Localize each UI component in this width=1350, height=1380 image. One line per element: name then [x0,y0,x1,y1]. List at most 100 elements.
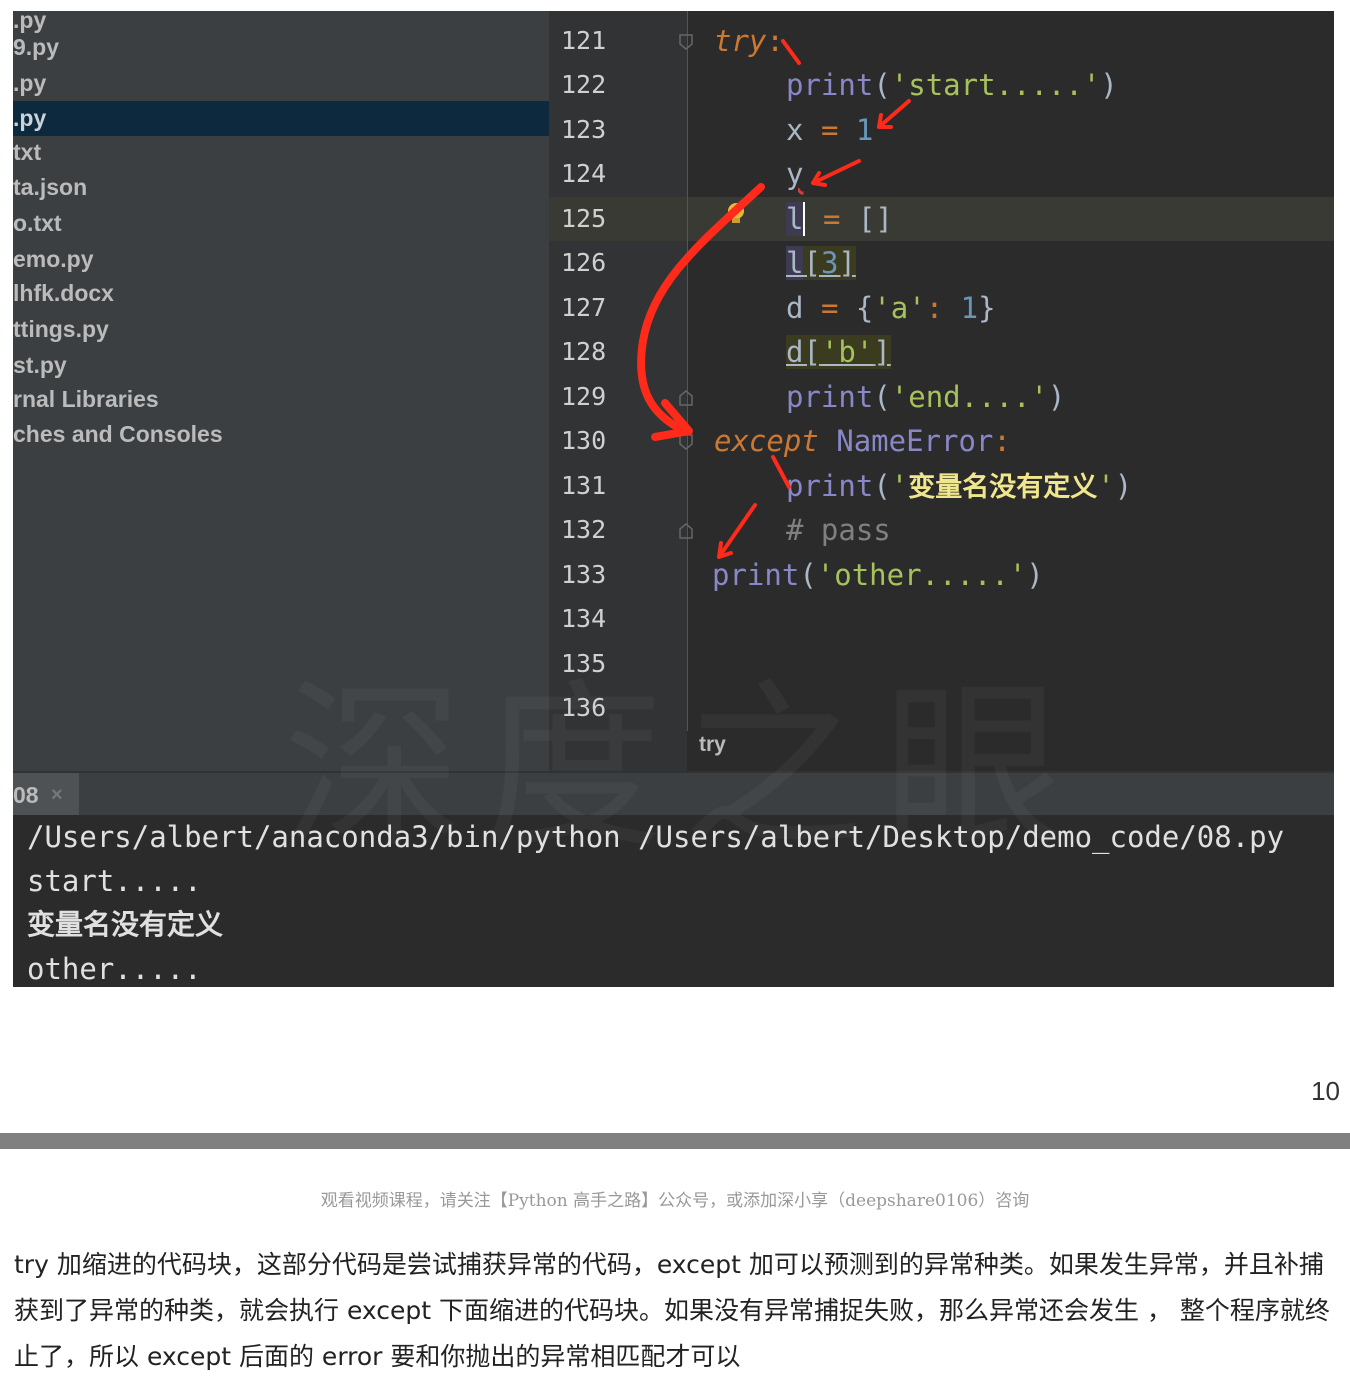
number-literal: 1 [855,113,874,147]
number-literal: 3 [820,246,839,280]
run-tab-label: 08 [13,782,39,808]
tree-item[interactable]: txt [13,135,549,170]
code-line-127[interactable]: d = {'a': 1} [786,288,996,328]
operator: = [820,113,839,147]
comment: # pass [786,513,891,547]
page-divider [0,1133,1350,1149]
builtin-print: print [712,558,800,592]
tree-item-label: .py [13,105,47,131]
code-line-130[interactable]: except NameError: [714,421,1011,461]
fold-marker-icon[interactable] [677,433,695,451]
token: ) [1026,558,1044,592]
code-line-123[interactable]: x = 1 [786,110,873,150]
variable: d [786,335,804,369]
token: ( [873,68,891,102]
code-line-129[interactable]: print('end....') [786,377,1065,417]
tree-item-label: lhfk.docx [13,280,114,306]
tree-item[interactable]: emo.py [13,242,549,277]
tree-item[interactable]: 9.py [13,30,549,65]
run-tab-08[interactable]: 08 × [13,773,79,817]
tree-item[interactable]: o.txt [13,206,549,241]
token: [ [803,246,821,280]
line-number: 131 [561,471,607,500]
footer-note: 观看视频课程，请关注【Python 高手之路】公众号，或添加深小享（deepsh… [320,1191,1030,1211]
code-line-128[interactable]: d['b'] [786,332,891,372]
line-number: 121 [561,26,607,55]
tree-item-label: ttings.py [13,316,109,342]
close-icon[interactable]: × [51,773,63,817]
token: ( [873,380,891,414]
watermark-text: 深度之眼 [283,621,1083,882]
code-line-131[interactable]: print('变量名没有定义') [786,466,1132,508]
code-line-124[interactable]: y [786,154,803,194]
page-number: 10 [1311,1076,1340,1106]
string-quote: ' [890,469,909,503]
token: ) [1047,380,1066,414]
token: ( [799,558,817,592]
keyword-try: try [714,24,767,58]
string-literal-chinese: 变量名没有定义 [908,472,1098,503]
builtin-print: print [786,469,874,503]
line-number: 130 [561,426,607,455]
builtin-print: print [786,68,874,102]
variable: d [786,291,804,325]
line-number: 129 [561,382,607,411]
code-line-132[interactable]: # pass [786,510,891,550]
tree-item-selected[interactable]: .py [13,101,549,136]
tree-item-label: ches and Consoles [13,421,223,447]
fold-marker-icon[interactable] [677,389,695,407]
operator: = [820,291,839,325]
code-line-126[interactable]: l[3] [786,243,856,283]
line-number: 124 [561,159,607,188]
code-line-121[interactable]: try: [714,21,784,61]
line-number: 128 [561,337,607,366]
tree-item-label: ta.json [13,174,88,200]
line-number: 125 [561,204,607,233]
string-literal: 'start.....' [890,68,1101,102]
tree-item-label: emo.py [13,246,94,272]
statement-warning: l[3] [786,246,856,280]
tree-item[interactable]: ttings.py [13,312,549,347]
tree-item-label: rnal Libraries [13,386,159,412]
variable: l [786,246,804,280]
fold-marker-icon[interactable] [677,522,695,540]
tree-item[interactable]: rnal Libraries [13,382,549,417]
tree-item[interactable]: st.py [13,348,549,383]
keyword-except: except [714,424,819,458]
statement-warning: d['b'] [786,335,891,369]
token: ] [873,335,891,369]
tree-item-label: txt [13,139,42,165]
variable: x [786,113,804,147]
string-literal: 'end....' [890,380,1048,414]
console-line: start..... [27,864,202,898]
line-number: 127 [561,293,607,322]
token: : [925,291,944,325]
tree-item[interactable]: ta.json [13,170,549,205]
explanation-paragraph: try 加缩进的代码块，这部分代码是尝试捕获异常的代码，except 加可以预测… [14,1250,1330,1371]
variable-undefined: y [786,157,804,191]
string-literal: 'a' [873,291,926,325]
code-line-133[interactable]: print('other.....') [712,555,1044,595]
line-number: 133 [561,560,607,589]
builtin-print: print [786,380,874,414]
number-literal: 1 [960,291,979,325]
token: [ [803,335,821,369]
tree-item[interactable]: ches and Consoles [13,417,549,452]
fold-marker-icon[interactable] [677,33,695,51]
string-quote: ' [1097,469,1115,503]
code-line-122[interactable]: print('start.....') [786,65,1118,105]
tree-item-label: st.py [13,352,67,378]
code-line-125[interactable]: l = [] [786,199,893,239]
variable: l [786,202,804,236]
text-cursor [803,202,806,236]
tree-item[interactable]: .py [13,66,549,101]
token: ( [873,469,891,503]
current-line-highlight [549,197,1334,241]
line-number: 132 [561,515,607,544]
token: ] [838,246,856,280]
tree-item-label: o.txt [13,210,62,236]
tree-item[interactable]: lhfk.docx [13,276,549,311]
console-line: 变量名没有定义 [27,908,224,941]
operator: = [822,202,841,236]
lightbulb-icon[interactable] [725,201,747,225]
